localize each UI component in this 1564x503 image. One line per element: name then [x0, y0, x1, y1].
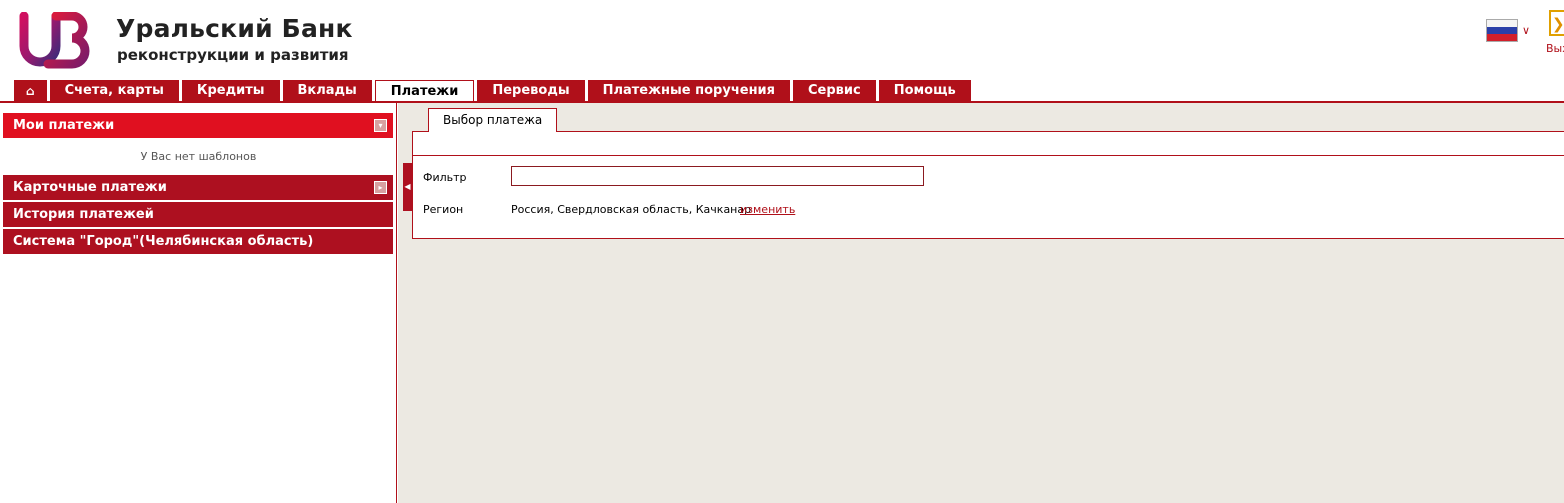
payment-selection-panel: Фильтр Регион Россия, Свердловская облас…	[412, 131, 1564, 239]
tab-payments[interactable]: Платежи	[374, 80, 475, 103]
russia-flag-icon[interactable]	[1486, 19, 1518, 42]
tab-credits[interactable]: Кредиты	[181, 80, 280, 102]
tab-deposits[interactable]: Вклады	[282, 80, 372, 102]
bank-name: Уральский Банк	[116, 14, 353, 43]
tab-payment-selection[interactable]: Выбор платежа	[428, 108, 558, 132]
tab-help[interactable]: Помощь	[878, 80, 971, 102]
home-icon: ⌂	[26, 84, 35, 98]
no-templates-message: У Вас нет шаблонов	[140, 150, 257, 163]
tab-transfers[interactable]: Переводы	[477, 80, 585, 102]
tab-payment-orders[interactable]: Платежные поручения	[587, 80, 791, 102]
ubrr-logo[interactable]	[18, 12, 94, 70]
chevron-down-icon[interactable]: ∨	[1522, 24, 1530, 37]
panel-divider	[413, 155, 1564, 156]
exit-label[interactable]: Вых	[1546, 42, 1564, 55]
change-region-link[interactable]: изменить	[740, 203, 795, 216]
sidebar-item-label: Система "Город"(Челябинская область)	[13, 234, 314, 249]
main-nav: ⌂ Счета, карты Кредиты Вклады Платежи Пе…	[14, 80, 971, 103]
filter-input[interactable]	[511, 166, 924, 186]
sidebar-system-gorod[interactable]: Система "Город"(Челябинская область)	[3, 229, 393, 254]
tab-home[interactable]: ⌂	[14, 80, 47, 102]
sidebar: Мои платежи ▾ У Вас нет шаблонов Карточн…	[0, 103, 397, 503]
sidebar-item-label: История платежей	[13, 207, 154, 222]
bank-subtitle: реконструкции и развития	[117, 46, 349, 64]
sidebar-my-payments[interactable]: Мои платежи ▾	[3, 113, 393, 138]
exit-icon[interactable]: ❯	[1549, 10, 1564, 36]
expand-icon[interactable]: ▸	[374, 181, 387, 194]
sidebar-card-payments[interactable]: Карточные платежи ▸	[3, 175, 393, 200]
region-label: Регион	[423, 203, 464, 216]
main-content: ◀ Выбор платежа Фильтр Регион Россия, Св…	[398, 103, 1564, 503]
sidebar-payment-history[interactable]: История платежей	[3, 202, 393, 227]
tab-accounts-cards[interactable]: Счета, карты	[49, 80, 179, 102]
header: Уральский Банк реконструкции и развития …	[0, 0, 1564, 80]
sidebar-item-label: Карточные платежи	[13, 180, 167, 195]
tab-service[interactable]: Сервис	[793, 80, 876, 102]
region-value: Россия, Свердловская область, Качканар	[511, 203, 752, 216]
collapse-sidebar-icon[interactable]: ◀	[403, 163, 412, 211]
sidebar-item-label: Мои платежи	[13, 118, 115, 133]
filter-label: Фильтр	[423, 171, 467, 184]
collapse-icon[interactable]: ▾	[374, 119, 387, 132]
